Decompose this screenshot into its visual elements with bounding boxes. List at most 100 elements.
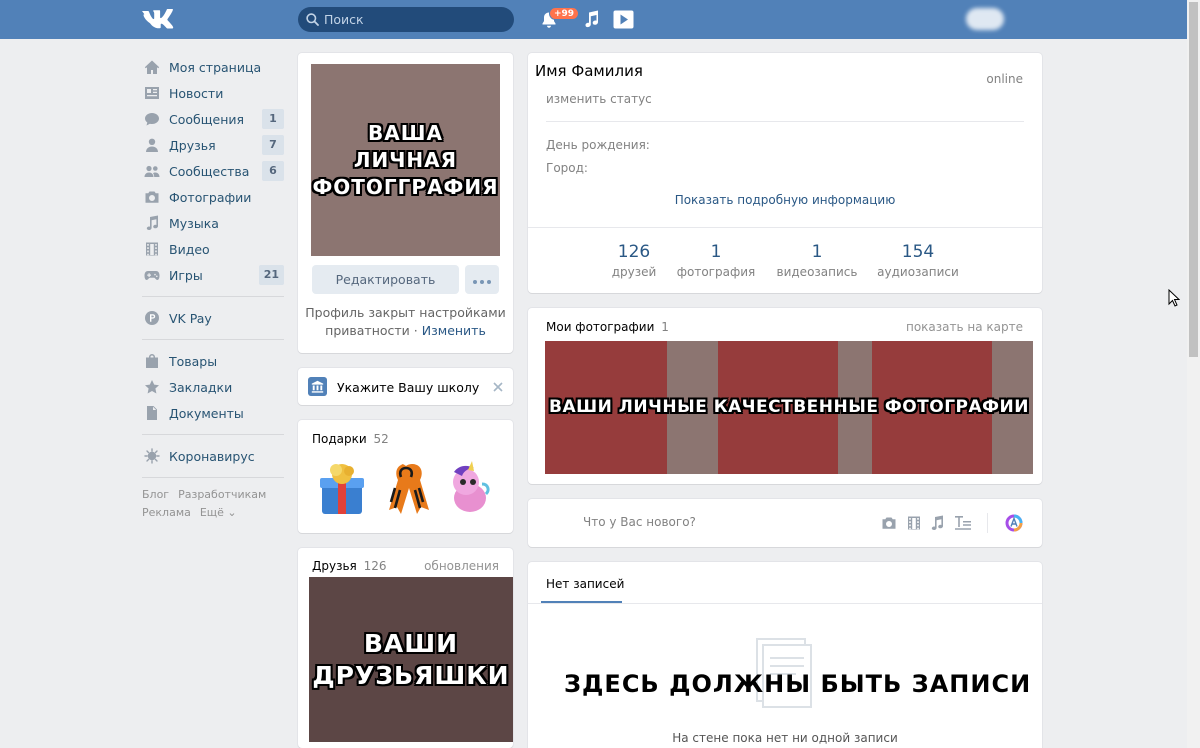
my-photos-count: 1 <box>661 320 669 334</box>
menu-item-communities[interactable]: Сообщества 6 <box>142 158 284 184</box>
menu-item-label: Сообщения <box>169 111 245 127</box>
profile-divider <box>546 121 1024 122</box>
my-photos-header[interactable]: Мои фотографии 1 <box>546 320 669 334</box>
more-actions-button[interactable] <box>465 265 499 294</box>
stat-audio-label: аудиозаписи <box>877 265 959 279</box>
privacy-change-link[interactable]: Изменить <box>422 323 486 338</box>
footer-link-developers[interactable]: Разработчикам <box>178 488 266 501</box>
friends-title: Друзья <box>312 559 357 573</box>
menu-item-goods[interactable]: Товары <box>142 348 284 374</box>
friends-header[interactable]: Друзья 126 <box>312 559 387 573</box>
footer-link-blog[interactable]: Блог <box>142 488 169 501</box>
page-scrollbar[interactable] <box>1187 0 1200 748</box>
menu-item-vk-pay[interactable]: VK Pay <box>142 305 284 331</box>
change-status-link[interactable]: изменить статус <box>546 92 652 106</box>
footer-link-ads[interactable]: Реклама <box>142 506 191 519</box>
profile-photo-caption: ВАША ЛИЧНАЯ ФОТОГГРАФИЯ <box>312 120 499 199</box>
menu-item-video[interactable]: Видео <box>142 236 284 262</box>
attach-photo-icon[interactable] <box>881 515 897 531</box>
gifts-header[interactable]: Подарки 52 <box>312 432 389 446</box>
wall-tab-no-posts[interactable]: Нет записей <box>546 577 624 591</box>
music-note-icon[interactable] <box>584 10 600 28</box>
stat-friends-count: 126 <box>617 242 651 262</box>
show-more-info-link[interactable]: Показать подробную информацию <box>528 193 1042 207</box>
menu-item-label: Друзья <box>169 137 216 153</box>
menu-item-games[interactable]: Игры 21 <box>142 262 284 288</box>
star-icon <box>145 380 159 394</box>
menu-item-news[interactable]: Новости <box>142 80 284 106</box>
my-photos-card: Мои фотографии 1 показать на карте ВАШИ … <box>528 308 1042 484</box>
notifications-badge: +99 <box>549 7 580 20</box>
close-icon[interactable] <box>493 382 503 392</box>
menu-divider <box>142 339 284 340</box>
online-status: online <box>986 72 1023 86</box>
gifts-count: 52 <box>373 432 389 446</box>
attach-music-icon[interactable] <box>929 515 945 531</box>
menu-item-label: VK Pay <box>169 310 212 326</box>
mouse-cursor-icon <box>1168 289 1180 307</box>
friends-photo[interactable]: ВАШИ ДРУЗЬЯШКИ <box>309 577 513 742</box>
search-box[interactable] <box>298 7 514 32</box>
user-avatar[interactable] <box>966 8 1004 30</box>
menu-item-friends[interactable]: Друзья 7 <box>142 132 284 158</box>
footer-link-more[interactable]: Ещё ⌄ <box>200 506 237 519</box>
menu-item-photos[interactable]: Фотографии <box>142 184 284 210</box>
gift-box-icon[interactable] <box>318 460 368 516</box>
menu-divider <box>142 477 284 478</box>
top-header: +99 <box>0 0 1187 39</box>
privacy-separator: · <box>413 323 418 338</box>
menu-item-label: Моя страница <box>169 59 262 75</box>
search-icon <box>306 13 319 26</box>
bag-icon <box>146 354 158 368</box>
school-card[interactable]: Укажите Вашу школу <box>298 368 513 405</box>
friends-updates-link[interactable]: обновления <box>424 559 499 573</box>
document-icon <box>147 406 157 420</box>
attach-video-icon[interactable] <box>906 515 922 531</box>
menu-item-label: Музыка <box>169 215 219 231</box>
stat-audio[interactable]: 154 аудиозаписи <box>871 242 965 282</box>
my-photos-title: Мои фотографии <box>546 320 655 334</box>
profile-name: Имя Фамилия <box>535 62 643 80</box>
search-input[interactable] <box>324 10 504 29</box>
edit-profile-button[interactable]: Редактировать <box>312 265 459 294</box>
wall-card: Нет записей ЗДЕСЬ ДОЛЖНЫ БЫТЬ ЗАПИСИ На … <box>528 562 1042 748</box>
unicorn-gift-icon[interactable] <box>444 460 494 516</box>
profile-info-card: Имя Фамилия online изменить статус День … <box>528 53 1042 293</box>
left-menu: Моя страница Новости Сообщения 1 Друзья … <box>142 54 284 522</box>
photos-strip[interactable]: ВАШИ ЛИЧНЫЕ КАЧЕСТВЕННЫЕ ФОТОГРАФИИ <box>545 341 1033 474</box>
profile-photo[interactable]: ВАША ЛИЧНАЯ ФОТОГГРАФИЯ <box>311 64 500 256</box>
article-icon[interactable] <box>954 515 972 531</box>
stat-friends[interactable]: 126 друзей <box>594 242 674 282</box>
menu-item-documents[interactable]: Документы <box>142 400 284 426</box>
gifts-card: Подарки 52 <box>298 420 513 533</box>
scrollbar-thumb[interactable] <box>1189 2 1198 357</box>
stat-photos[interactable]: 1 фотография <box>669 242 763 282</box>
menu-item-label: Коронавирус <box>169 448 255 464</box>
stat-videos-label: видеозапись <box>776 265 858 279</box>
menu-item-messages[interactable]: Сообщения 1 <box>142 106 284 132</box>
show-on-map-link[interactable]: показать на карте <box>906 320 1023 334</box>
gifts-title: Подарки <box>312 432 367 446</box>
friends-count: 126 <box>363 559 387 573</box>
communities-counter: 6 <box>262 161 284 181</box>
friends-icon <box>146 138 158 152</box>
vk-logo-icon[interactable] <box>142 9 176 31</box>
post-author-icon[interactable] <box>1005 514 1023 532</box>
menu-item-bookmarks[interactable]: Закладки <box>142 374 284 400</box>
birthday-label: День рождения: <box>546 138 650 152</box>
more-dots-icon <box>472 272 493 287</box>
st-george-ribbon-icon[interactable] <box>381 460 431 516</box>
school-icon <box>308 377 327 396</box>
games-counter: 21 <box>258 265 284 285</box>
stat-videos[interactable]: 1 видеозапись <box>767 242 867 282</box>
stat-videos-count: 1 <box>811 242 823 262</box>
privacy-notice: Профиль закрыт настройками приватности ·… <box>298 304 513 340</box>
new-post-input[interactable]: Что у Вас нового? <box>583 515 696 529</box>
video-play-icon[interactable] <box>613 10 634 29</box>
virus-icon <box>144 448 160 464</box>
menu-item-my-page[interactable]: Моя страница <box>142 54 284 80</box>
menu-item-music[interactable]: Музыка <box>142 210 284 236</box>
wall-overlay-caption: ЗДЕСЬ ДОЛЖНЫ БЫТЬ ЗАПИСИ <box>564 670 1032 698</box>
menu-item-label: Игры <box>169 267 203 283</box>
menu-item-coronavirus[interactable]: Коронавирус <box>142 443 284 469</box>
